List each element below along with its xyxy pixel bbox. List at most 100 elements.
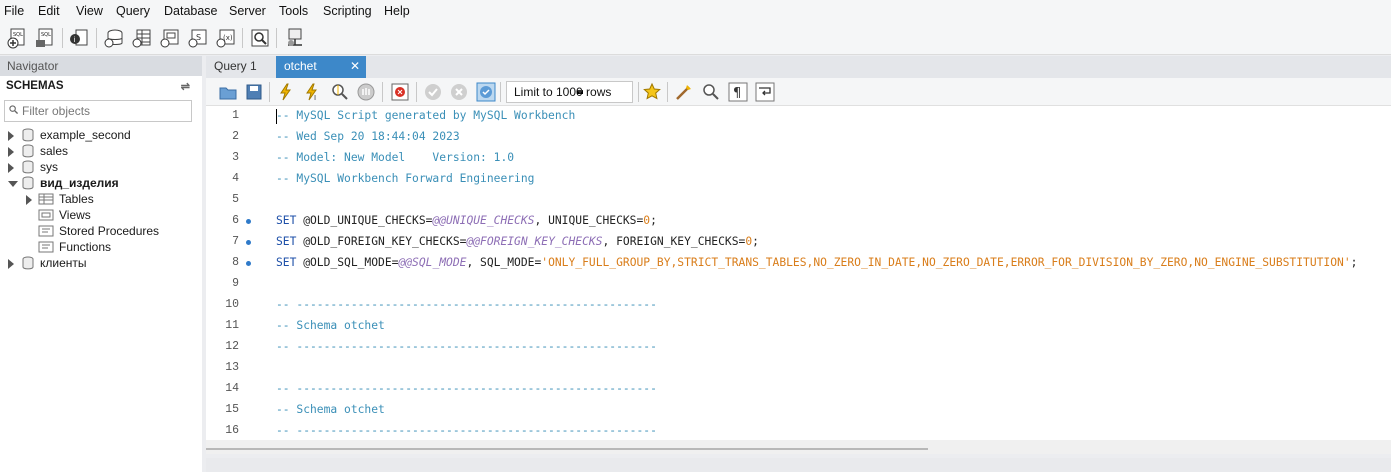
menu-scripting[interactable]: Scripting bbox=[323, 4, 372, 18]
menu-bar: File Edit View Query Database Server Too… bbox=[0, 0, 1391, 22]
execute-current-statement-icon[interactable]: I bbox=[302, 82, 322, 102]
schema-item-klienty[interactable]: клиенты bbox=[8, 255, 198, 271]
commit-icon[interactable] bbox=[423, 82, 443, 102]
expand-arrow-icon[interactable] bbox=[8, 146, 14, 157]
add-snippet-icon[interactable] bbox=[642, 82, 662, 102]
menu-tools[interactable]: Tools bbox=[279, 4, 308, 18]
database-icon bbox=[22, 176, 34, 190]
schema-item-sys[interactable]: sys bbox=[8, 159, 198, 175]
sql-text: @OLD_UNIQUE_CHECKS= bbox=[296, 214, 433, 227]
schema-item-sales[interactable]: sales bbox=[8, 143, 198, 159]
menu-help[interactable]: Help bbox=[384, 4, 410, 18]
word-wrap-icon[interactable] bbox=[755, 82, 775, 102]
expand-arrow-icon[interactable] bbox=[8, 162, 14, 173]
code-line: 9 bbox=[206, 274, 1391, 295]
schema-name: вид_изделия bbox=[40, 176, 119, 190]
line-number: 15 bbox=[225, 403, 239, 416]
code-line: 12 -- ----------------------------------… bbox=[206, 337, 1391, 358]
beautify-icon[interactable] bbox=[674, 82, 694, 102]
create-procedure-icon[interactable]: S bbox=[187, 27, 209, 49]
open-sql-script-icon[interactable]: SQL bbox=[34, 27, 56, 49]
inspector-icon[interactable]: i bbox=[68, 27, 90, 49]
code-text: -- -------------------------------------… bbox=[276, 340, 657, 353]
database-icon bbox=[22, 256, 34, 270]
tab-otchet[interactable]: otchet ✕ bbox=[276, 56, 366, 78]
close-tab-icon[interactable]: ✕ bbox=[350, 56, 360, 76]
tab-query-1[interactable]: Query 1 bbox=[206, 56, 265, 78]
line-number: 16 bbox=[225, 424, 239, 437]
open-file-icon[interactable] bbox=[218, 82, 238, 102]
sql-text: , SQL_MODE= bbox=[466, 256, 542, 269]
code-line: 13 bbox=[206, 358, 1391, 379]
line-number: 4 bbox=[232, 172, 239, 185]
sql-text: , FOREIGN_KEY_CHECKS= bbox=[602, 235, 746, 248]
schema-item-vid-izdeliya[interactable]: вид_изделия bbox=[8, 175, 198, 191]
schema-item-example_second[interactable]: example_second bbox=[8, 127, 198, 143]
create-table-icon[interactable] bbox=[131, 27, 153, 49]
sql-text: ; bbox=[650, 214, 657, 227]
code-text: -- Schema otchet bbox=[276, 403, 385, 416]
statement-marker-icon bbox=[246, 240, 251, 245]
autocommit-toggle-icon[interactable] bbox=[476, 82, 496, 102]
code-line: 11 -- Schema otchet bbox=[206, 316, 1391, 337]
rollback-icon[interactable] bbox=[449, 82, 469, 102]
expand-arrow-icon[interactable] bbox=[26, 194, 32, 205]
stop-icon[interactable] bbox=[356, 82, 376, 102]
expand-arrow-icon[interactable] bbox=[8, 130, 14, 141]
toggle-error-continue-icon[interactable] bbox=[390, 82, 410, 102]
limit-rows-value: Limit to 1000 rows bbox=[514, 85, 612, 99]
menu-server[interactable]: Server bbox=[229, 4, 266, 18]
tree-item-functions[interactable]: Functions bbox=[26, 239, 196, 255]
menu-edit[interactable]: Edit bbox=[38, 4, 60, 18]
statement-marker-icon bbox=[246, 261, 251, 266]
main-toolbar: SQL SQL i S (x) bbox=[0, 22, 1391, 55]
code-text: SET @OLD_UNIQUE_CHECKS=@@UNIQUE_CHECKS, … bbox=[276, 214, 657, 227]
explain-icon[interactable] bbox=[330, 82, 350, 102]
search-table-data-icon[interactable] bbox=[249, 27, 271, 49]
create-function-icon[interactable]: (x) bbox=[215, 27, 237, 49]
invisible-chars-icon[interactable]: ¶ bbox=[728, 82, 748, 102]
toolbar-separator bbox=[62, 28, 63, 48]
find-replace-icon[interactable] bbox=[701, 82, 721, 102]
sql-editor-toolbar: I Limit to 1000 rows ¶ bbox=[206, 78, 1391, 106]
save-icon[interactable] bbox=[244, 82, 264, 102]
create-schema-icon[interactable] bbox=[103, 27, 125, 49]
line-number: 3 bbox=[232, 151, 239, 164]
tree-item-tables[interactable]: Tables bbox=[26, 191, 196, 207]
execute-icon[interactable] bbox=[276, 82, 296, 102]
expand-arrow-icon[interactable] bbox=[8, 258, 14, 269]
menu-file[interactable]: File bbox=[4, 4, 24, 18]
refresh-schemas-icon[interactable]: ⇌ bbox=[181, 80, 190, 93]
navigator-panel: Navigator SCHEMAS ⇌ Filter objects examp… bbox=[0, 56, 202, 472]
create-view-icon[interactable] bbox=[159, 27, 181, 49]
menu-query[interactable]: Query bbox=[116, 4, 150, 18]
views-icon bbox=[38, 209, 54, 221]
tree-item-label: Views bbox=[59, 208, 91, 222]
code-text: SET @OLD_SQL_MODE=@@SQL_MODE, SQL_MODE='… bbox=[276, 256, 1357, 269]
menu-view[interactable]: View bbox=[76, 4, 103, 18]
limit-rows-select[interactable]: Limit to 1000 rows bbox=[506, 81, 633, 103]
code-text: -- Wed Sep 20 18:44:04 2023 bbox=[276, 130, 460, 143]
database-icon bbox=[22, 144, 34, 158]
tables-icon bbox=[38, 193, 54, 205]
menu-database[interactable]: Database bbox=[164, 4, 218, 18]
scrollbar-thumb[interactable] bbox=[206, 448, 928, 450]
functions-icon bbox=[38, 241, 54, 253]
filter-objects-input[interactable]: Filter objects bbox=[4, 100, 192, 122]
schema-name: example_second bbox=[40, 128, 131, 142]
toolbar-separator bbox=[416, 82, 417, 102]
collapse-arrow-icon[interactable] bbox=[8, 180, 18, 187]
sql-editor[interactable]: 1 -- MySQL Script generated by MySQL Wor… bbox=[206, 106, 1391, 440]
line-number: 12 bbox=[225, 340, 239, 353]
toolbar-separator bbox=[269, 82, 270, 102]
horizontal-scrollbar[interactable] bbox=[206, 440, 1391, 454]
code-line: 14 -- ----------------------------------… bbox=[206, 379, 1391, 400]
reconnect-icon[interactable] bbox=[283, 27, 305, 49]
tree-item-stored-procedures[interactable]: Stored Procedures bbox=[26, 223, 196, 239]
toolbar-separator bbox=[382, 82, 383, 102]
line-number: 9 bbox=[232, 277, 239, 290]
new-sql-tab-icon[interactable]: SQL bbox=[6, 27, 28, 49]
tree-item-views[interactable]: Views bbox=[26, 207, 196, 223]
code-line: 15 -- Schema otchet bbox=[206, 400, 1391, 421]
sql-text: ; bbox=[1350, 256, 1358, 269]
